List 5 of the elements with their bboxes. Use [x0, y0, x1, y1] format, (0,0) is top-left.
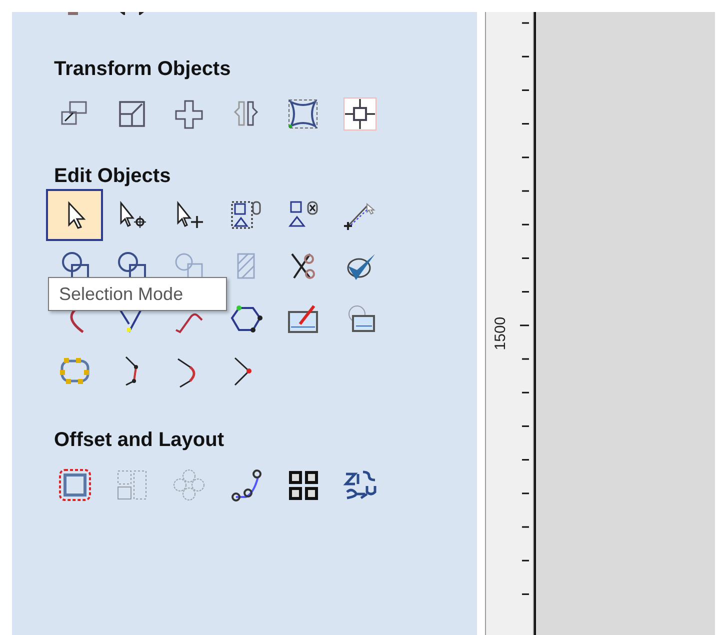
section-heading: Edit Objects	[54, 165, 172, 187]
ruler-label: 1500	[492, 316, 510, 350]
tooltip: Selection Mode	[48, 277, 227, 311]
section-heading: Offset and Layout	[54, 429, 226, 451]
section-heading: Transform Objects	[54, 58, 232, 80]
